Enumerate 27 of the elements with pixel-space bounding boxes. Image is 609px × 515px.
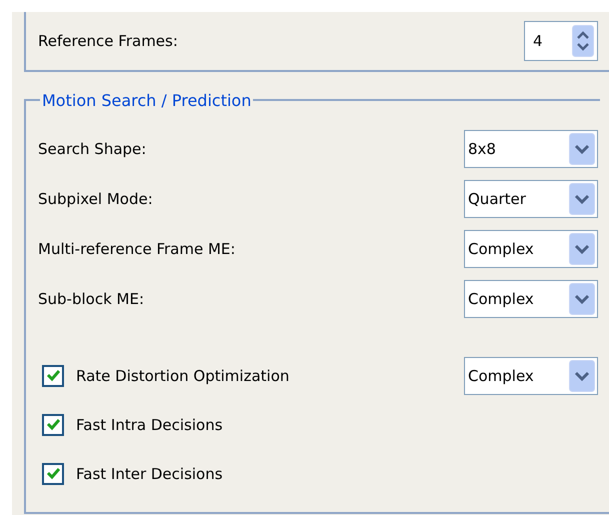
field-label: Subpixel Mode: — [38, 190, 154, 208]
dropdown[interactable]: 8x8 — [464, 130, 598, 168]
chevron-down-icon[interactable] — [569, 233, 595, 265]
check-icon — [46, 418, 60, 431]
field-label: Search Shape: — [38, 140, 148, 158]
chevron-down-icon[interactable] — [569, 133, 595, 165]
field-label: Multi-reference Frame ME: — [38, 240, 236, 258]
group-title: Motion Search / Prediction — [41, 90, 252, 110]
reference-frames-spinner[interactable]: 4 — [524, 21, 598, 61]
field-label: Sub-block ME: — [38, 290, 146, 308]
reference-frames-label: Reference Frames: — [38, 32, 178, 50]
checkbox[interactable] — [42, 364, 64, 386]
dropdown[interactable]: Complex — [464, 356, 598, 394]
up-down-arrows-icon[interactable] — [572, 25, 594, 57]
check-icon — [46, 369, 60, 382]
checkbox-label: Fast Intra Decisions — [76, 416, 224, 434]
chevron-down-icon[interactable] — [569, 283, 595, 315]
dropdown[interactable]: Complex — [464, 230, 598, 268]
checkbox-label: Rate Distortion Optimization — [76, 366, 290, 384]
checkbox[interactable] — [42, 462, 64, 484]
checkbox[interactable] — [42, 414, 64, 436]
checkbox-label: Fast Inter Decisions — [76, 464, 224, 482]
check-icon — [46, 467, 60, 480]
chevron-down-icon[interactable] — [569, 183, 595, 215]
dropdown[interactable]: Quarter — [464, 180, 598, 218]
chevron-down-icon[interactable] — [569, 360, 595, 392]
dropdown[interactable]: Complex — [464, 280, 598, 318]
